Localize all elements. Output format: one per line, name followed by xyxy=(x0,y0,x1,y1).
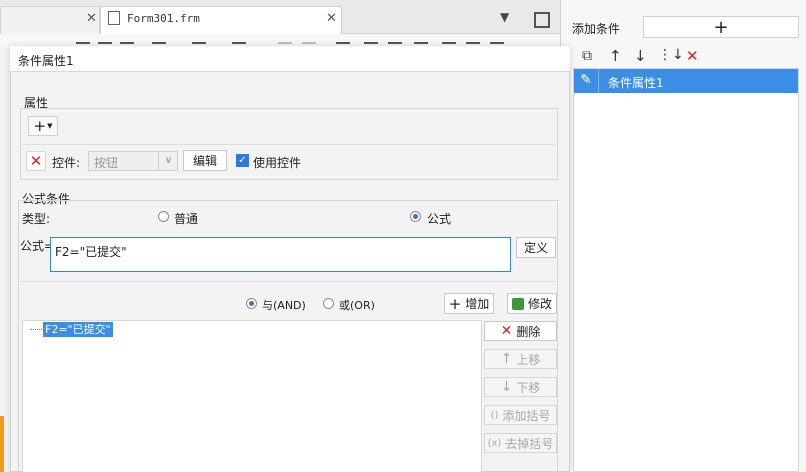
add-condition-label: 添加条件 xyxy=(572,22,621,36)
arrow-down-icon: ↓ xyxy=(500,379,513,395)
control-label: 控件: xyxy=(52,156,81,170)
indent-icon[interactable] xyxy=(336,36,350,44)
use-control-label: 使用控件 xyxy=(253,156,302,170)
delete-icon: ✕ xyxy=(29,152,43,170)
condition-list-item-label: 条件属性1 xyxy=(608,76,664,90)
delete-icon: ✕ xyxy=(500,323,513,339)
tab-dropdown-icon[interactable]: ▼ xyxy=(500,10,509,24)
formula-input-value: F2="已提交" xyxy=(55,245,127,259)
arrow-up-icon[interactable]: ↑ xyxy=(609,47,622,65)
use-control-checkbox[interactable]: ✓ xyxy=(236,154,249,167)
type-formula-radio[interactable] xyxy=(410,211,421,222)
formula-section-divider xyxy=(20,281,556,282)
type-normal-label: 普通 xyxy=(174,212,199,226)
remove-bracket-button-label: 去掉括号 xyxy=(505,436,554,451)
edit-button[interactable]: 编辑 xyxy=(183,150,227,171)
tab-close-icon[interactable]: ✕ xyxy=(86,11,97,26)
tab-close-icon[interactable]: ✕ xyxy=(326,11,337,26)
chevron-down-icon: ▼ xyxy=(47,122,53,130)
panel-layout-icon[interactable] xyxy=(534,12,550,28)
divider xyxy=(598,69,599,93)
remove-bracket-icon: (x) xyxy=(487,437,502,449)
type-normal-radio[interactable] xyxy=(158,211,169,222)
modify-button-label: 修改 xyxy=(527,297,552,311)
move-down-button[interactable]: ↓ 下移 xyxy=(484,377,557,397)
send-icon[interactable] xyxy=(490,36,504,44)
add-button-label: 增加 xyxy=(465,297,490,311)
add-attribute-button[interactable]: + ▼ xyxy=(28,116,58,136)
modify-button[interactable]: 修改 xyxy=(507,293,557,314)
formula-label: 公式= xyxy=(20,239,55,253)
add-condition-button[interactable]: + xyxy=(643,16,799,38)
dialog-title-bar[interactable] xyxy=(10,46,570,72)
add-button[interactable]: + 增加 xyxy=(444,293,494,314)
type-label: 类型: xyxy=(22,212,51,226)
define-button[interactable]: 定义 xyxy=(516,237,556,258)
tab-unnamed[interactable] xyxy=(0,6,100,34)
move-down-button-label: 下移 xyxy=(516,380,541,395)
brush-icon[interactable] xyxy=(192,36,206,44)
delete-condition-button[interactable]: ✕ 删除 xyxy=(484,321,557,341)
plus-icon: + xyxy=(448,294,462,313)
add-bracket-button-label: 添加括号 xyxy=(502,408,551,423)
condition-tree xyxy=(22,320,482,472)
arrow-down-icon[interactable]: ↓ xyxy=(634,47,647,65)
orange-strip xyxy=(0,416,4,472)
add-icon: + xyxy=(713,16,729,38)
dialog-title: 条件属性1 xyxy=(18,54,74,68)
sort-icon[interactable]: ⋮↓ xyxy=(658,47,684,63)
remove-bracket-button[interactable]: (x) 去掉括号 xyxy=(484,433,557,453)
align-center-icon[interactable] xyxy=(98,36,112,44)
align-right-icon[interactable] xyxy=(120,36,134,44)
chevron-down-icon[interactable]: ∨ xyxy=(158,152,178,170)
remove-control-button[interactable]: ✕ xyxy=(26,151,46,171)
list-icon[interactable] xyxy=(442,36,456,44)
pencil-icon: ✎ xyxy=(580,72,592,88)
grid-icon[interactable] xyxy=(152,36,166,44)
image-icon[interactable] xyxy=(466,36,480,44)
edit-button-label: 编辑 xyxy=(192,154,217,168)
tree-connector xyxy=(30,329,42,330)
align-left-icon[interactable] xyxy=(76,36,90,44)
define-button-label: 定义 xyxy=(523,241,548,255)
add-bracket-button[interactable]: () 添加括号 xyxy=(484,405,557,425)
logic-and-radio[interactable] xyxy=(246,298,257,309)
font-color-icon[interactable] xyxy=(232,36,246,44)
copy-icon[interactable]: ⧉ xyxy=(582,48,592,64)
delete-icon[interactable]: ✕ xyxy=(686,47,699,65)
format-icon[interactable] xyxy=(414,36,428,44)
plus-icon: + xyxy=(33,117,47,135)
condition-list xyxy=(573,68,799,472)
delete-button-label: 删除 xyxy=(516,324,541,339)
file-icon xyxy=(108,11,120,25)
modify-icon xyxy=(511,297,524,310)
arrow-up-icon: ↑ xyxy=(500,351,513,367)
border-icon[interactable] xyxy=(278,36,292,44)
text-align-icon[interactable] xyxy=(388,36,402,44)
tab-form301-label: Form301.frm xyxy=(127,12,200,25)
condition-tree-item[interactable]: F2="已提交" xyxy=(43,322,113,337)
logic-or-radio[interactable] xyxy=(323,298,334,309)
logic-or-label: 或(OR) xyxy=(339,299,375,312)
logic-and-label: 与(AND) xyxy=(262,299,306,312)
merge-icon[interactable] xyxy=(302,36,316,44)
control-select-value: 按钮 xyxy=(94,156,119,170)
bracket-icon: () xyxy=(490,409,499,421)
type-formula-label: 公式 xyxy=(427,212,452,226)
move-up-button-label: 上移 xyxy=(516,352,541,367)
plus-icon[interactable] xyxy=(364,36,378,44)
move-up-button[interactable]: ↑ 上移 xyxy=(484,349,557,369)
